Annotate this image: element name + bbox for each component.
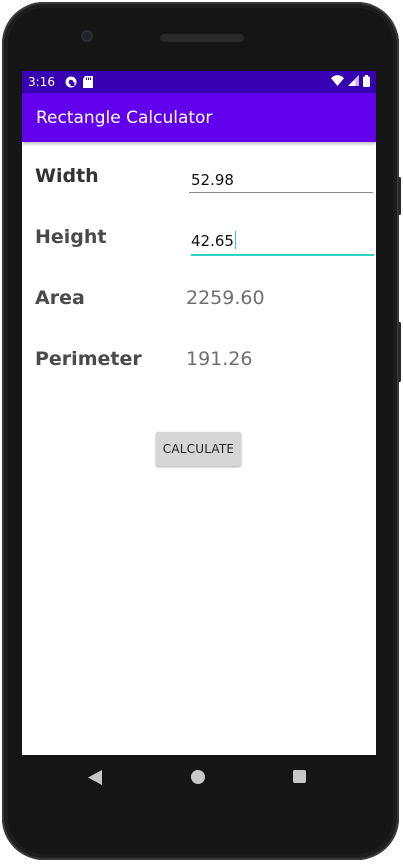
text-cursor — [234, 231, 236, 249]
perimeter-label: Perimeter — [35, 348, 142, 370]
height-label: Height — [35, 226, 107, 248]
width-input-underline — [189, 192, 373, 193]
navigation-bar — [22, 755, 376, 800]
battery-icon — [363, 74, 370, 90]
app-bar: Rectangle Calculator — [22, 93, 376, 142]
back-icon[interactable] — [88, 770, 102, 789]
area-value: 2259.60 — [186, 287, 265, 309]
pocket-casts-icon — [65, 76, 77, 88]
height-input-underline — [191, 254, 374, 256]
earpiece-speaker — [159, 32, 245, 42]
sd-card-icon — [82, 76, 95, 88]
power-button — [398, 177, 401, 215]
recents-icon[interactable] — [293, 770, 306, 783]
app-screen: 3:16 Rectangle Calculator Width 52.98 He… — [22, 71, 376, 755]
cell-signal-icon — [348, 75, 359, 89]
wifi-icon — [331, 75, 344, 89]
perimeter-value: 191.26 — [186, 348, 253, 370]
status-time: 3:16 — [28, 75, 55, 89]
area-label: Area — [35, 287, 85, 309]
height-input-value: 42.65 — [191, 232, 234, 250]
front-camera — [81, 30, 93, 42]
home-icon[interactable] — [191, 770, 205, 784]
app-title: Rectangle Calculator — [36, 107, 213, 128]
width-input[interactable]: 52.98 — [189, 171, 373, 197]
width-label: Width — [35, 165, 99, 187]
calculate-button[interactable]: CALCULATE — [156, 432, 241, 466]
status-bar: 3:16 — [22, 71, 376, 93]
volume-button — [398, 322, 401, 382]
